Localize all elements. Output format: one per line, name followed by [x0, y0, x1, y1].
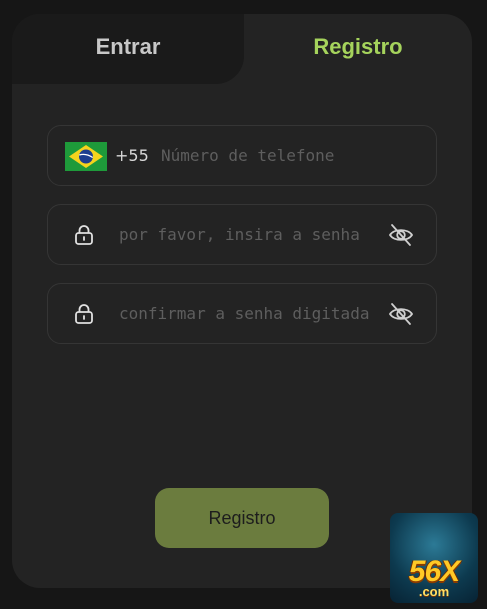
phone-field[interactable]: +55: [47, 125, 437, 186]
brazil-flag-icon[interactable]: [65, 142, 107, 171]
logo-subtext: .com: [418, 584, 450, 599]
country-code[interactable]: +55: [115, 126, 149, 185]
tab-register[interactable]: Registro: [244, 14, 472, 80]
lock-icon: [75, 225, 93, 245]
eye-off-icon[interactable]: [388, 222, 414, 248]
tab-login[interactable]: Entrar: [12, 14, 244, 80]
register-button[interactable]: Registro: [155, 488, 329, 548]
confirm-password-field[interactable]: [47, 283, 437, 344]
phone-input[interactable]: [161, 126, 421, 185]
lock-icon: [75, 304, 93, 324]
brand-logo: 56X .com: [390, 513, 478, 603]
password-input[interactable]: [119, 205, 377, 264]
eye-off-icon[interactable]: [388, 301, 414, 327]
password-field[interactable]: [47, 204, 437, 265]
confirm-password-input[interactable]: [119, 284, 377, 343]
